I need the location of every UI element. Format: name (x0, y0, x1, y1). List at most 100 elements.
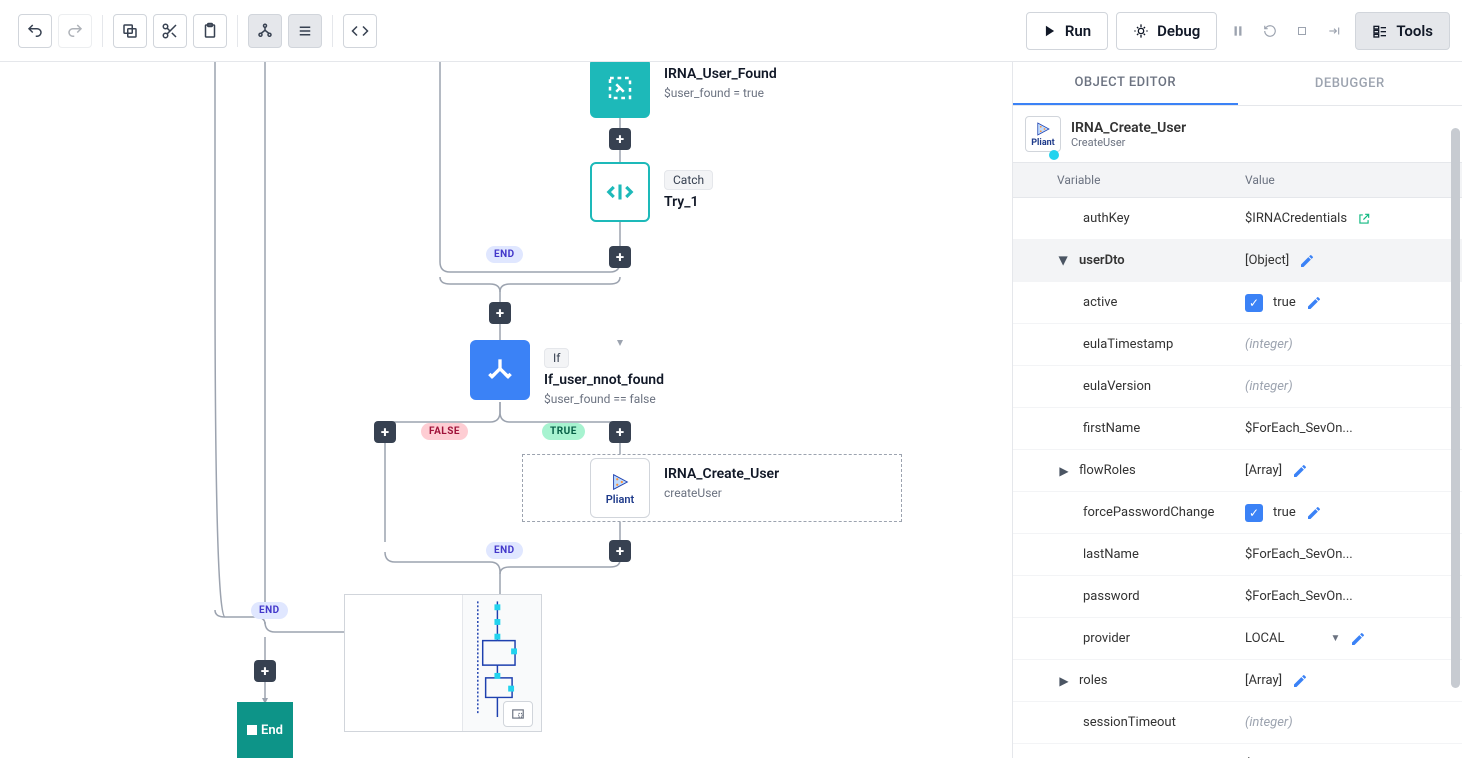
undo-button[interactable] (18, 14, 52, 48)
var-value: $ForEach_SevOn... (1245, 547, 1353, 562)
var-value: [Object] (1245, 253, 1289, 268)
var-name: sessionTimeout (1013, 707, 1233, 738)
var-row-lastname[interactable]: lastName $ForEach_SevOn... (1013, 534, 1462, 576)
add-node-button[interactable]: + (609, 128, 631, 150)
copy-button[interactable] (113, 14, 147, 48)
code-view-button[interactable] (343, 14, 377, 48)
add-node-button[interactable]: + (374, 421, 396, 443)
var-row-roles[interactable]: ▶ roles [Array] (1013, 660, 1462, 702)
object-title: IRNA_Create_User (1071, 120, 1186, 136)
add-node-button[interactable]: + (609, 540, 631, 562)
restart-button[interactable] (1255, 16, 1285, 46)
run-button[interactable]: Run (1026, 12, 1108, 50)
edit-icon[interactable] (1350, 631, 1366, 647)
edit-icon[interactable] (1292, 673, 1308, 689)
var-row-userdto[interactable]: ▶ userDto [Object] (1013, 240, 1462, 282)
provider-dropdown[interactable]: LOCAL ▼ (1245, 631, 1340, 646)
var-row-eulatimestamp[interactable]: eulaTimestamp (integer) (1013, 324, 1462, 366)
tab-debugger[interactable]: DEBUGGER (1238, 62, 1462, 105)
pliant-label: Pliant (606, 493, 635, 506)
flow-canvas[interactable]: IRNA_User_Found $user_found = true + Cat… (0, 62, 1012, 758)
var-table: authKey $IRNACredentials ▶ userDto [Obje… (1013, 198, 1462, 758)
node-title: IRNA_Create_User (664, 466, 779, 482)
edit-icon[interactable] (1292, 463, 1308, 479)
node-sub: $user_found == false (544, 392, 664, 406)
pause-button[interactable] (1223, 16, 1253, 46)
add-node-button[interactable]: + (609, 246, 631, 268)
debug-button[interactable]: Debug (1116, 12, 1217, 50)
col-value: Value (1233, 163, 1462, 197)
var-name: active (1013, 287, 1233, 318)
var-row-firstname[interactable]: firstName $ForEach_SevOn... (1013, 408, 1462, 450)
edit-icon[interactable] (1306, 295, 1322, 311)
var-name: forcePasswordChange (1013, 497, 1233, 528)
edit-icon[interactable] (1299, 253, 1315, 269)
var-row-authkey[interactable]: authKey $IRNACredentials (1013, 198, 1462, 240)
var-value: [Array] (1245, 463, 1282, 478)
tag-false: FALSE (421, 423, 468, 440)
var-name: eulaTimestamp (1013, 329, 1233, 360)
var-placeholder: (integer) (1245, 379, 1293, 394)
scrollbar[interactable] (1450, 62, 1462, 758)
node-create-user[interactable]: Pliant IRNA_Create_User createUser (590, 458, 779, 518)
var-row-forcepasswordchange[interactable]: forcePasswordChange ✓ true (1013, 492, 1462, 534)
pliant-icon: Pliant (1025, 116, 1061, 152)
pliant-icon: Pliant (590, 458, 650, 518)
add-node-button[interactable]: + (489, 302, 511, 324)
tag-end: END (486, 542, 523, 559)
tag-end: END (486, 246, 523, 263)
minimap[interactable] (344, 594, 542, 732)
edit-icon[interactable] (1306, 505, 1322, 521)
var-row-flowroles[interactable]: ▶ flowRoles [Array] (1013, 450, 1462, 492)
stop-button[interactable] (1287, 16, 1317, 46)
var-value: $ForEach_SevOn... (1245, 421, 1353, 436)
minimap-toggle-button[interactable] (503, 701, 533, 727)
chevron-right-icon[interactable]: ▶ (1057, 674, 1071, 688)
debug-label: Debug (1157, 22, 1200, 40)
node-try[interactable]: Catch Try_1 (590, 162, 713, 222)
node-pill: Catch (664, 170, 713, 190)
paste-button[interactable] (193, 14, 227, 48)
node-if[interactable]: If If_user_nnot_found $user_found == fal… (470, 340, 664, 406)
var-value: [Array] (1245, 673, 1282, 688)
side-panel: OBJECT EDITOR DEBUGGER Pliant IRNA_Creat… (1012, 62, 1462, 758)
var-name: roles (1079, 673, 1107, 688)
list-view-button[interactable] (288, 14, 322, 48)
end-block[interactable]: End (237, 702, 293, 758)
var-row-username[interactable]: userName $ForEach_SevOn... (1013, 744, 1462, 758)
assign-icon (590, 62, 650, 118)
checkbox-checked-icon[interactable]: ✓ (1245, 504, 1263, 522)
tools-button[interactable]: Tools (1355, 12, 1450, 50)
node-pill: If (544, 348, 569, 368)
var-row-provider[interactable]: provider LOCAL ▼ (1013, 618, 1462, 660)
tag-true: TRUE (542, 423, 585, 440)
status-dot (1049, 150, 1059, 160)
add-node-button[interactable]: + (609, 421, 631, 443)
var-row-eulaversion[interactable]: eulaVersion (integer) (1013, 366, 1462, 408)
tab-object-editor[interactable]: OBJECT EDITOR (1013, 62, 1238, 105)
node-title: IRNA_User_Found (664, 66, 777, 82)
var-name: userDto (1079, 253, 1125, 268)
var-row-password[interactable]: password $ForEach_SevOn... (1013, 576, 1462, 618)
scrollbar-thumb[interactable] (1451, 128, 1460, 688)
var-value: true (1273, 295, 1296, 310)
var-placeholder: (integer) (1245, 715, 1293, 730)
var-row-active[interactable]: active ✓ true (1013, 282, 1462, 324)
external-link-icon[interactable] (1357, 212, 1371, 226)
add-node-button[interactable]: + (254, 660, 276, 682)
node-user-found[interactable]: IRNA_User_Found $user_found = true (590, 62, 777, 118)
var-name: userName (1013, 749, 1233, 758)
node-sub: $user_found = true (664, 86, 777, 100)
run-label: Run (1065, 22, 1091, 40)
object-header: Pliant IRNA_Create_User CreateUser (1013, 106, 1462, 162)
chevron-down-icon[interactable]: ▶ (1057, 254, 1071, 268)
redo-button[interactable] (58, 14, 92, 48)
var-row-sessiontimeout[interactable]: sessionTimeout (integer) (1013, 702, 1462, 744)
step-button[interactable] (1319, 16, 1349, 46)
cut-button[interactable] (153, 14, 187, 48)
checkbox-checked-icon[interactable]: ✓ (1245, 294, 1263, 312)
tag-end: END (251, 602, 288, 619)
var-table-header: Variable Value (1013, 162, 1462, 198)
flow-view-button[interactable] (248, 14, 282, 48)
chevron-right-icon[interactable]: ▶ (1057, 464, 1071, 478)
